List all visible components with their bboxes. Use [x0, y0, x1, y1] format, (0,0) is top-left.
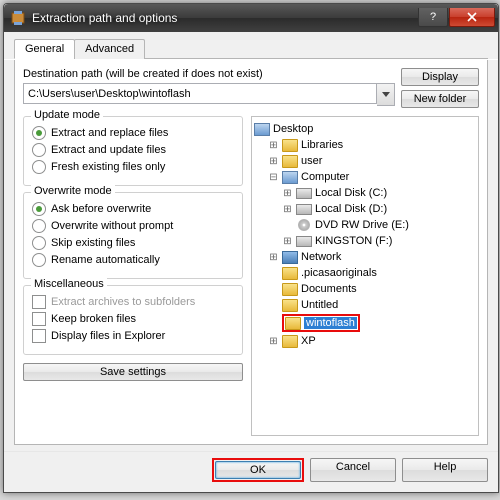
- highlight-box: wintoflash: [282, 314, 360, 332]
- expand-icon[interactable]: ⊞: [268, 140, 279, 151]
- window-title: Extraction path and options: [32, 11, 417, 25]
- ok-button[interactable]: OK: [215, 461, 301, 479]
- tree-kingston[interactable]: KINGSTON (F:): [315, 235, 392, 247]
- close-button[interactable]: [449, 8, 495, 27]
- drive-icon: [296, 188, 312, 199]
- network-icon: [282, 251, 298, 264]
- update-mode-group: Update mode Extract and replace files Ex…: [23, 116, 243, 186]
- radio-skip-existing[interactable]: [32, 236, 46, 250]
- label-display-explorer: Display files in Explorer: [51, 330, 165, 342]
- label-extract-update: Extract and update files: [51, 144, 166, 156]
- folder-icon: [282, 335, 298, 348]
- label-skip-existing: Skip existing files: [51, 237, 135, 249]
- save-settings-button[interactable]: Save settings: [23, 363, 243, 381]
- folder-icon: [282, 283, 298, 296]
- user-icon: [282, 155, 298, 168]
- label-rename-auto: Rename automatically: [51, 254, 160, 266]
- label-extract-replace: Extract and replace files: [51, 127, 168, 139]
- libraries-icon: [282, 139, 298, 152]
- expand-icon[interactable]: ⊞: [282, 204, 293, 215]
- radio-rename-auto[interactable]: [32, 253, 46, 267]
- folder-icon: [285, 317, 301, 330]
- drive-icon: [296, 204, 312, 215]
- tree-xp[interactable]: XP: [301, 335, 316, 347]
- tree-untitled[interactable]: Untitled: [301, 299, 338, 311]
- dialog-window: Extraction path and options ? General Ad…: [3, 3, 499, 493]
- tree-desktop[interactable]: Desktop: [273, 123, 313, 135]
- tree-user[interactable]: user: [301, 155, 322, 167]
- radio-fresh-only[interactable]: [32, 160, 46, 174]
- destination-input[interactable]: [23, 83, 377, 104]
- label-overwrite-without: Overwrite without prompt: [51, 220, 173, 232]
- radio-overwrite-without[interactable]: [32, 219, 46, 233]
- tree-computer[interactable]: Computer: [301, 171, 349, 183]
- drive-icon: [296, 236, 312, 247]
- tree-picasa[interactable]: .picasaoriginals: [301, 267, 377, 279]
- destination-label: Destination path (will be created if doe…: [23, 68, 395, 80]
- help-titlebar-button[interactable]: ?: [418, 8, 448, 27]
- folder-icon: [282, 267, 298, 280]
- misc-group: Miscellaneous Extract archives to subfol…: [23, 285, 243, 355]
- label-subfolders: Extract archives to subfolders: [51, 296, 195, 308]
- misc-title: Miscellaneous: [31, 278, 107, 290]
- expand-icon[interactable]: ⊞: [282, 188, 293, 199]
- folder-icon: [282, 299, 298, 312]
- app-icon: [10, 10, 26, 26]
- label-ask-before: Ask before overwrite: [51, 203, 151, 215]
- check-display-explorer[interactable]: [32, 329, 46, 343]
- check-keep-broken[interactable]: [32, 312, 46, 326]
- tab-general[interactable]: General: [14, 39, 75, 59]
- overwrite-mode-group: Overwrite mode Ask before overwrite Over…: [23, 192, 243, 279]
- client-area: General Advanced Destination path (will …: [4, 32, 498, 492]
- tree-libraries[interactable]: Libraries: [301, 139, 343, 151]
- tree-localc[interactable]: Local Disk (C:): [315, 187, 387, 199]
- tree-wintoflash[interactable]: wintoflash: [304, 317, 357, 329]
- tree-network[interactable]: Network: [301, 251, 341, 263]
- tree-dvd[interactable]: DVD RW Drive (E:): [315, 219, 409, 231]
- ok-highlight-box: OK: [212, 458, 304, 482]
- desktop-icon: [254, 123, 270, 136]
- check-subfolders: [32, 295, 46, 309]
- expand-icon[interactable]: ⊞: [268, 252, 279, 263]
- titlebar: Extraction path and options ?: [4, 4, 498, 32]
- tabstrip: General Advanced: [4, 32, 498, 60]
- expand-icon[interactable]: ⊞: [268, 336, 279, 347]
- folder-tree[interactable]: Desktop ⊞ Libraries ⊞ user ⊟ Computer ⊞ Loca…: [251, 116, 479, 436]
- radio-extract-replace[interactable]: [32, 126, 46, 140]
- display-button[interactable]: Display: [401, 68, 479, 86]
- update-mode-title: Update mode: [31, 109, 103, 121]
- tree-locald[interactable]: Local Disk (D:): [315, 203, 387, 215]
- dvd-icon: [298, 219, 310, 231]
- computer-icon: [282, 171, 298, 184]
- label-fresh-only: Fresh existing files only: [51, 161, 165, 173]
- label-keep-broken: Keep broken files: [51, 313, 136, 325]
- tab-body: Destination path (will be created if doe…: [14, 60, 488, 445]
- tree-documents[interactable]: Documents: [301, 283, 357, 295]
- radio-extract-update[interactable]: [32, 143, 46, 157]
- expand-icon[interactable]: ⊞: [282, 236, 293, 247]
- help-button[interactable]: Help: [402, 458, 488, 482]
- destination-dropdown-button[interactable]: [377, 83, 395, 106]
- titlebar-controls: ?: [417, 8, 495, 28]
- overwrite-mode-title: Overwrite mode: [31, 185, 115, 197]
- cancel-button[interactable]: Cancel: [310, 458, 396, 482]
- tab-advanced[interactable]: Advanced: [74, 39, 145, 59]
- new-folder-button[interactable]: New folder: [401, 90, 479, 108]
- collapse-icon[interactable]: ⊟: [268, 172, 279, 183]
- expand-icon[interactable]: ⊞: [268, 156, 279, 167]
- dialog-buttons: OK Cancel Help: [4, 451, 498, 492]
- radio-ask-before[interactable]: [32, 202, 46, 216]
